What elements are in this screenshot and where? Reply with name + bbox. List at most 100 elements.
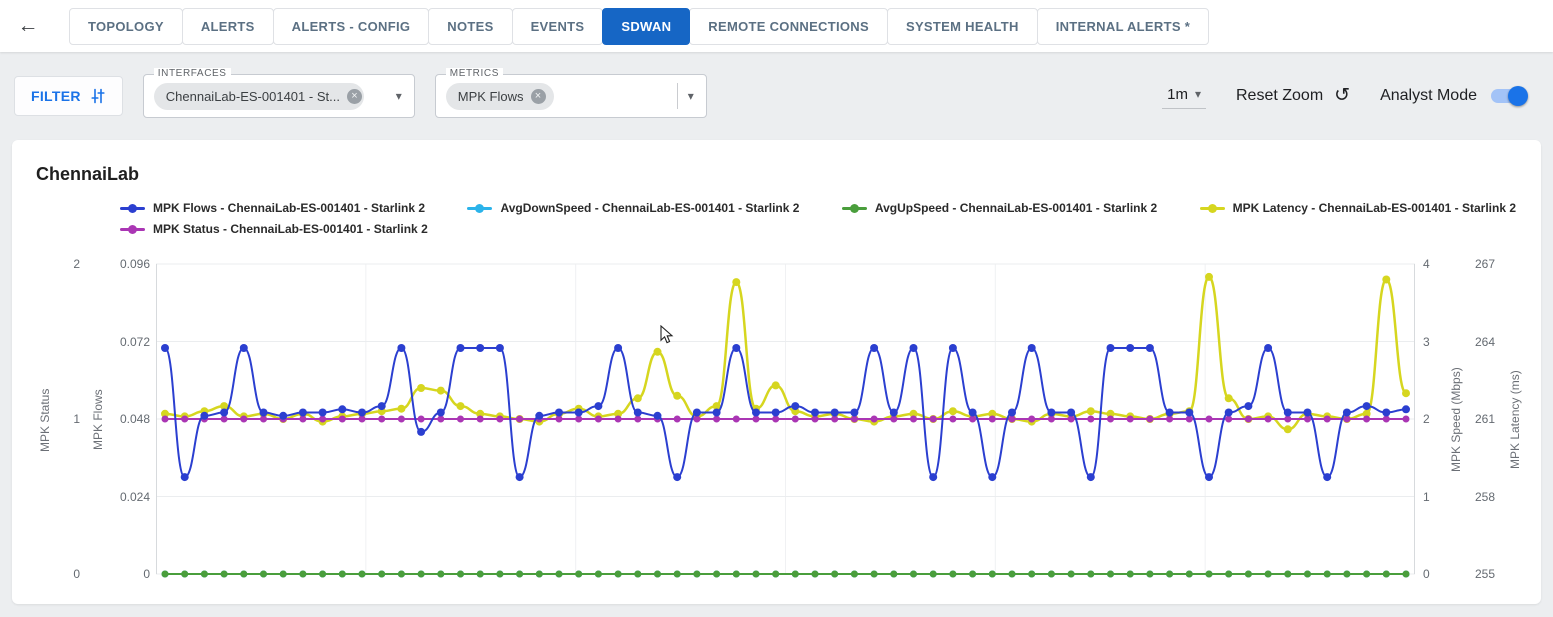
data-point[interactable] <box>1185 409 1193 417</box>
data-point[interactable] <box>1304 416 1311 423</box>
data-point[interactable] <box>753 571 760 578</box>
data-point[interactable] <box>1343 409 1351 417</box>
data-point[interactable] <box>910 571 917 578</box>
data-point[interactable] <box>162 571 169 578</box>
data-point[interactable] <box>1245 416 1252 423</box>
tab-topology[interactable]: TOPOLOGY <box>69 8 183 45</box>
data-point[interactable] <box>1284 409 1292 417</box>
data-point[interactable] <box>1225 394 1233 402</box>
data-point[interactable] <box>1048 416 1055 423</box>
data-point[interactable] <box>615 571 622 578</box>
data-point[interactable] <box>654 412 662 420</box>
data-point[interactable] <box>674 571 681 578</box>
data-point[interactable] <box>378 571 385 578</box>
data-point[interactable] <box>279 412 287 420</box>
data-point[interactable] <box>1067 409 1075 417</box>
tab-events[interactable]: EVENTS <box>512 8 604 45</box>
data-point[interactable] <box>1206 571 1213 578</box>
data-point[interactable] <box>437 571 444 578</box>
data-point[interactable] <box>1343 571 1350 578</box>
data-point[interactable] <box>732 344 740 352</box>
data-point[interactable] <box>615 416 622 423</box>
data-point[interactable] <box>1383 416 1390 423</box>
data-point[interactable] <box>929 473 937 481</box>
data-point[interactable] <box>949 344 957 352</box>
data-point[interactable] <box>733 571 740 578</box>
data-point[interactable] <box>319 416 326 423</box>
data-point[interactable] <box>260 409 268 417</box>
data-point[interactable] <box>1244 402 1252 410</box>
data-point[interactable] <box>634 409 642 417</box>
data-point[interactable] <box>1382 409 1390 417</box>
time-range-select[interactable]: 1m ▾ <box>1162 84 1206 109</box>
data-point[interactable] <box>595 416 602 423</box>
data-point[interactable] <box>1225 416 1232 423</box>
data-point[interactable] <box>1028 571 1035 578</box>
data-point[interactable] <box>1403 416 1410 423</box>
data-point[interactable] <box>181 416 188 423</box>
data-point[interactable] <box>418 571 425 578</box>
data-point[interactable] <box>280 571 287 578</box>
data-point[interactable] <box>713 409 721 417</box>
data-point[interactable] <box>733 416 740 423</box>
back-button[interactable]: ← <box>8 6 48 46</box>
data-point[interactable] <box>594 402 602 410</box>
data-point[interactable] <box>575 416 582 423</box>
data-point[interactable] <box>1284 425 1292 433</box>
data-point[interactable] <box>634 416 641 423</box>
data-point[interactable] <box>162 416 169 423</box>
chevron-down-icon[interactable]: ▾ <box>396 89 404 103</box>
data-point[interactable] <box>417 384 425 392</box>
data-point[interactable] <box>1127 416 1134 423</box>
data-point[interactable] <box>240 571 247 578</box>
data-point[interactable] <box>1087 571 1094 578</box>
data-point[interactable] <box>339 416 346 423</box>
data-point[interactable] <box>1068 571 1075 578</box>
data-point[interactable] <box>299 416 306 423</box>
data-point[interactable] <box>1028 416 1035 423</box>
data-point[interactable] <box>871 571 878 578</box>
legend-item-avgupspeed[interactable]: AvgUpSpeed - ChennaiLab-ES-001401 - Star… <box>842 201 1157 215</box>
data-point[interactable] <box>969 409 977 417</box>
data-point[interactable] <box>358 409 366 417</box>
reset-zoom-button[interactable]: Reset Zoom ↺ <box>1236 87 1350 105</box>
chevron-down-icon[interactable]: ▾ <box>688 89 696 103</box>
data-point[interactable] <box>772 409 780 417</box>
data-point[interactable] <box>1304 409 1312 417</box>
data-point[interactable] <box>871 416 878 423</box>
data-point[interactable] <box>516 473 524 481</box>
data-point[interactable] <box>693 409 701 417</box>
data-point[interactable] <box>812 416 819 423</box>
data-point[interactable] <box>1383 571 1390 578</box>
data-point[interactable] <box>890 409 898 417</box>
data-point[interactable] <box>398 571 405 578</box>
chip-remove-icon[interactable]: × <box>347 89 362 104</box>
data-point[interactable] <box>753 416 760 423</box>
data-point[interactable] <box>1363 571 1370 578</box>
data-point[interactable] <box>260 571 267 578</box>
data-point[interactable] <box>831 409 839 417</box>
data-point[interactable] <box>949 407 957 415</box>
data-point[interactable] <box>437 387 445 395</box>
data-point[interactable] <box>674 416 681 423</box>
data-point[interactable] <box>477 416 484 423</box>
tab-remote-connections[interactable]: REMOTE CONNECTIONS <box>689 8 888 45</box>
data-point[interactable] <box>1323 473 1331 481</box>
data-point[interactable] <box>1186 571 1193 578</box>
data-point[interactable] <box>693 416 700 423</box>
tab-system-health[interactable]: SYSTEM HEALTH <box>887 8 1038 45</box>
data-point[interactable] <box>1107 571 1114 578</box>
data-point[interactable] <box>1126 344 1134 352</box>
data-point[interactable] <box>221 416 228 423</box>
data-point[interactable] <box>1363 402 1371 410</box>
data-point[interactable] <box>989 571 996 578</box>
legend-item-mpk-latency[interactable]: MPK Latency - ChennaiLab-ES-001401 - Sta… <box>1200 201 1516 215</box>
metrics-select[interactable]: METRICS MPK Flows × ▾ <box>435 74 707 118</box>
data-point[interactable] <box>181 473 189 481</box>
data-point[interactable] <box>1107 344 1115 352</box>
data-point[interactable] <box>516 571 523 578</box>
data-point[interactable] <box>575 571 582 578</box>
chip-remove-icon[interactable]: × <box>531 89 546 104</box>
data-point[interactable] <box>1146 344 1154 352</box>
data-point[interactable] <box>1127 571 1134 578</box>
